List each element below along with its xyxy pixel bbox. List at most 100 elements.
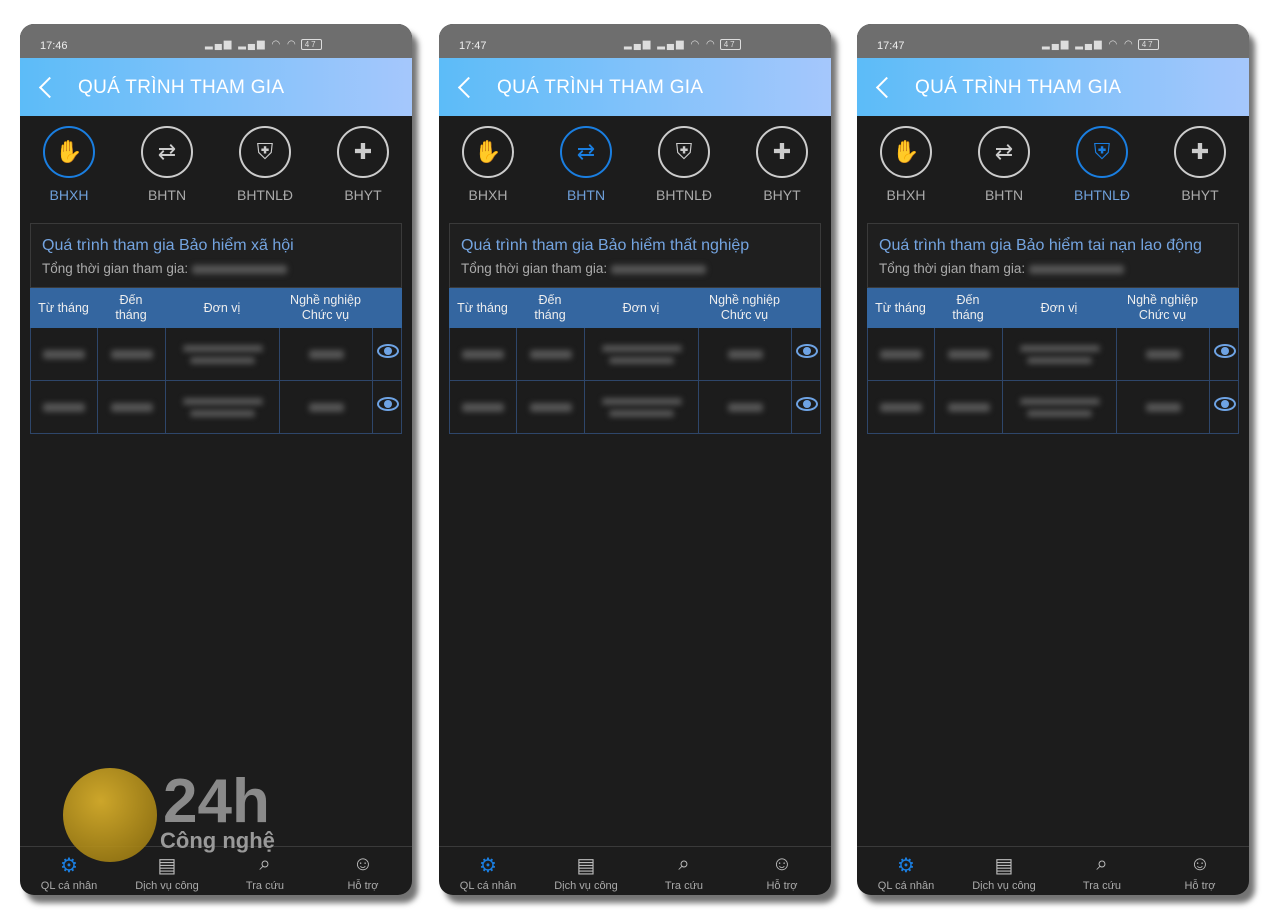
tab-bhxh[interactable]: ✋ BHXH xyxy=(866,126,946,203)
nav-item[interactable]: ⌕ Tra cứu xyxy=(216,847,314,892)
tab-bhtn[interactable]: ⇄ BHTN xyxy=(546,126,626,203)
table-row xyxy=(30,328,402,381)
col-job: Nghề nghiệp Chức vụ xyxy=(1127,293,1198,322)
signal-icon: ▂▄▆ ▂▄▆ ◠ ◠ xyxy=(205,39,298,50)
app-header: QUÁ TRÌNH THAM GIA xyxy=(857,58,1249,116)
medical-cross-icon: ✚ xyxy=(1174,126,1226,178)
hands-heart-icon: ✋ xyxy=(43,126,95,178)
view-detail-eye-icon[interactable] xyxy=(377,397,399,411)
table-header: Từ tháng Đến tháng Đơn vị Nghề nghiệp Ch… xyxy=(30,288,402,328)
document-icon: ▤ xyxy=(576,855,596,877)
tab-bhtnlđ[interactable]: ⛨ BHTNLĐ xyxy=(644,126,724,203)
support-person-icon: ☺ xyxy=(771,853,793,875)
tab-label: BHYT xyxy=(763,187,801,203)
tab-label: BHTN xyxy=(984,187,1024,203)
support-person-icon: ☺ xyxy=(352,853,374,875)
tab-bhyt[interactable]: ✚ BHYT xyxy=(742,126,822,203)
page-title: QUÁ TRÌNH THAM GIA xyxy=(78,77,285,98)
nav-item[interactable]: ⚙ QL cá nhân xyxy=(857,847,955,892)
tab-bhtnlđ[interactable]: ⛨ BHTNLĐ xyxy=(225,126,305,203)
tab-label: BHTNLĐ xyxy=(655,187,712,203)
tab-bhyt[interactable]: ✚ BHYT xyxy=(1160,126,1240,203)
table-row xyxy=(449,381,821,434)
nav-item[interactable]: ⌕ Tra cứu xyxy=(1053,847,1151,892)
col-unit: Đơn vị xyxy=(203,300,241,315)
table-row xyxy=(867,381,1239,434)
nav-label: Dịch vụ công xyxy=(972,880,1036,892)
back-button[interactable] xyxy=(455,72,475,102)
redacted-value xyxy=(609,356,674,364)
user-gear-icon: ⚙ xyxy=(60,855,78,877)
signal-icon: ▂▄▆ ▂▄▆ ◠ ◠ xyxy=(624,39,717,50)
bottom-nav: ⚙ QL cá nhân ▤ Dịch vụ công ⌕ Tra cứu ☺ … xyxy=(20,846,412,895)
view-detail-eye-icon[interactable] xyxy=(1214,397,1236,411)
redacted-value xyxy=(1145,402,1181,412)
tab-bhtnlđ[interactable]: ⛨ BHTNLĐ xyxy=(1062,126,1142,203)
redacted-value xyxy=(43,349,85,359)
nav-item[interactable]: ☺ Hỗ trợ xyxy=(314,847,412,892)
view-detail-eye-icon[interactable] xyxy=(796,397,818,411)
hands-heart-icon: ✋ xyxy=(880,126,932,178)
nav-item[interactable]: ⌕ Tra cứu xyxy=(635,847,733,892)
redacted-value xyxy=(182,397,263,405)
redacted-value xyxy=(110,349,153,359)
redacted-value xyxy=(601,397,682,405)
redacted-value xyxy=(727,402,763,412)
col-to: Đến tháng xyxy=(534,293,566,322)
tab-bhtn[interactable]: ⇄ BHTN xyxy=(127,126,207,203)
document-icon: ▤ xyxy=(157,855,177,877)
col-unit: Đơn vị xyxy=(1040,300,1078,315)
nav-label: Dịch vụ công xyxy=(135,880,199,892)
redacted-value xyxy=(609,409,674,417)
nav-item[interactable]: ⚙ QL cá nhân xyxy=(439,847,537,892)
tab-bhyt[interactable]: ✚ BHYT xyxy=(323,126,403,203)
total-time: Tổng thời gian tham gia: xyxy=(879,261,1124,276)
back-button[interactable] xyxy=(36,72,56,102)
view-detail-eye-icon[interactable] xyxy=(377,344,399,358)
table-row xyxy=(449,328,821,381)
app-header: QUÁ TRÌNH THAM GIA xyxy=(20,58,412,116)
tab-label: BHTNLĐ xyxy=(1073,187,1130,203)
tab-label: BHXH xyxy=(49,187,89,203)
status-bar: 17:47 ▂▄▆ ▂▄▆ ◠ ◠ 47 xyxy=(439,24,831,58)
redacted-value xyxy=(308,349,344,359)
back-button[interactable] xyxy=(873,72,893,102)
card-title: Quá trình tham gia Bảo hiểm tai nạn lao … xyxy=(879,237,1202,254)
nav-item[interactable]: ⚙ QL cá nhân xyxy=(20,847,118,892)
tab-bhxh[interactable]: ✋ BHXH xyxy=(29,126,109,203)
status-bar: 17:46 ▂▄▆ ▂▄▆ ◠ ◠ 47 xyxy=(20,24,412,58)
table-header: Từ tháng Đến tháng Đơn vị Nghề nghiệp Ch… xyxy=(867,288,1239,328)
nav-item[interactable]: ▤ Dịch vụ công xyxy=(955,847,1053,892)
signal-icon: ▂▄▆ ▂▄▆ ◠ ◠ xyxy=(1042,39,1135,50)
nav-label: QL cá nhân xyxy=(459,880,517,892)
redacted-value xyxy=(727,349,763,359)
redacted-value xyxy=(947,402,990,412)
tab-bhxh[interactable]: ✋ BHXH xyxy=(448,126,528,203)
document-icon: ▤ xyxy=(994,855,1014,877)
nav-item[interactable]: ▤ Dịch vụ công xyxy=(118,847,216,892)
nav-item[interactable]: ☺ Hỗ trợ xyxy=(1151,847,1249,892)
battery-icon: 47 xyxy=(1137,39,1159,50)
worker-shield-icon: ⛨ xyxy=(1076,126,1128,178)
nav-item[interactable]: ▤ Dịch vụ công xyxy=(537,847,635,892)
redacted-value xyxy=(43,402,85,412)
tab-label: BHYT xyxy=(1181,187,1219,203)
phone-screen: 17:47 ▂▄▆ ▂▄▆ ◠ ◠ 47 QUÁ TRÌNH THAM GIA ✋… xyxy=(857,24,1249,895)
col-from: Từ tháng xyxy=(38,300,89,315)
col-unit: Đơn vị xyxy=(622,300,660,315)
nav-label: QL cá nhân xyxy=(40,880,98,892)
tab-label: BHXH xyxy=(886,187,926,203)
redacted-value xyxy=(610,264,706,274)
nav-label: Hỗ trợ xyxy=(766,880,798,892)
nav-label: QL cá nhân xyxy=(877,880,935,892)
summary-card: Quá trình tham gia Bảo hiểm thất nghiệp … xyxy=(449,223,821,288)
nav-item[interactable]: ☺ Hỗ trợ xyxy=(733,847,831,892)
tab-bhtn[interactable]: ⇄ BHTN xyxy=(964,126,1044,203)
col-from: Từ tháng xyxy=(457,300,508,315)
view-detail-eye-icon[interactable] xyxy=(796,344,818,358)
user-gear-icon: ⚙ xyxy=(897,855,915,877)
view-detail-eye-icon[interactable] xyxy=(1214,344,1236,358)
user-gear-icon: ⚙ xyxy=(479,855,497,877)
redacted-value xyxy=(1019,344,1100,352)
card-title: Quá trình tham gia Bảo hiểm xã hội xyxy=(42,237,294,254)
